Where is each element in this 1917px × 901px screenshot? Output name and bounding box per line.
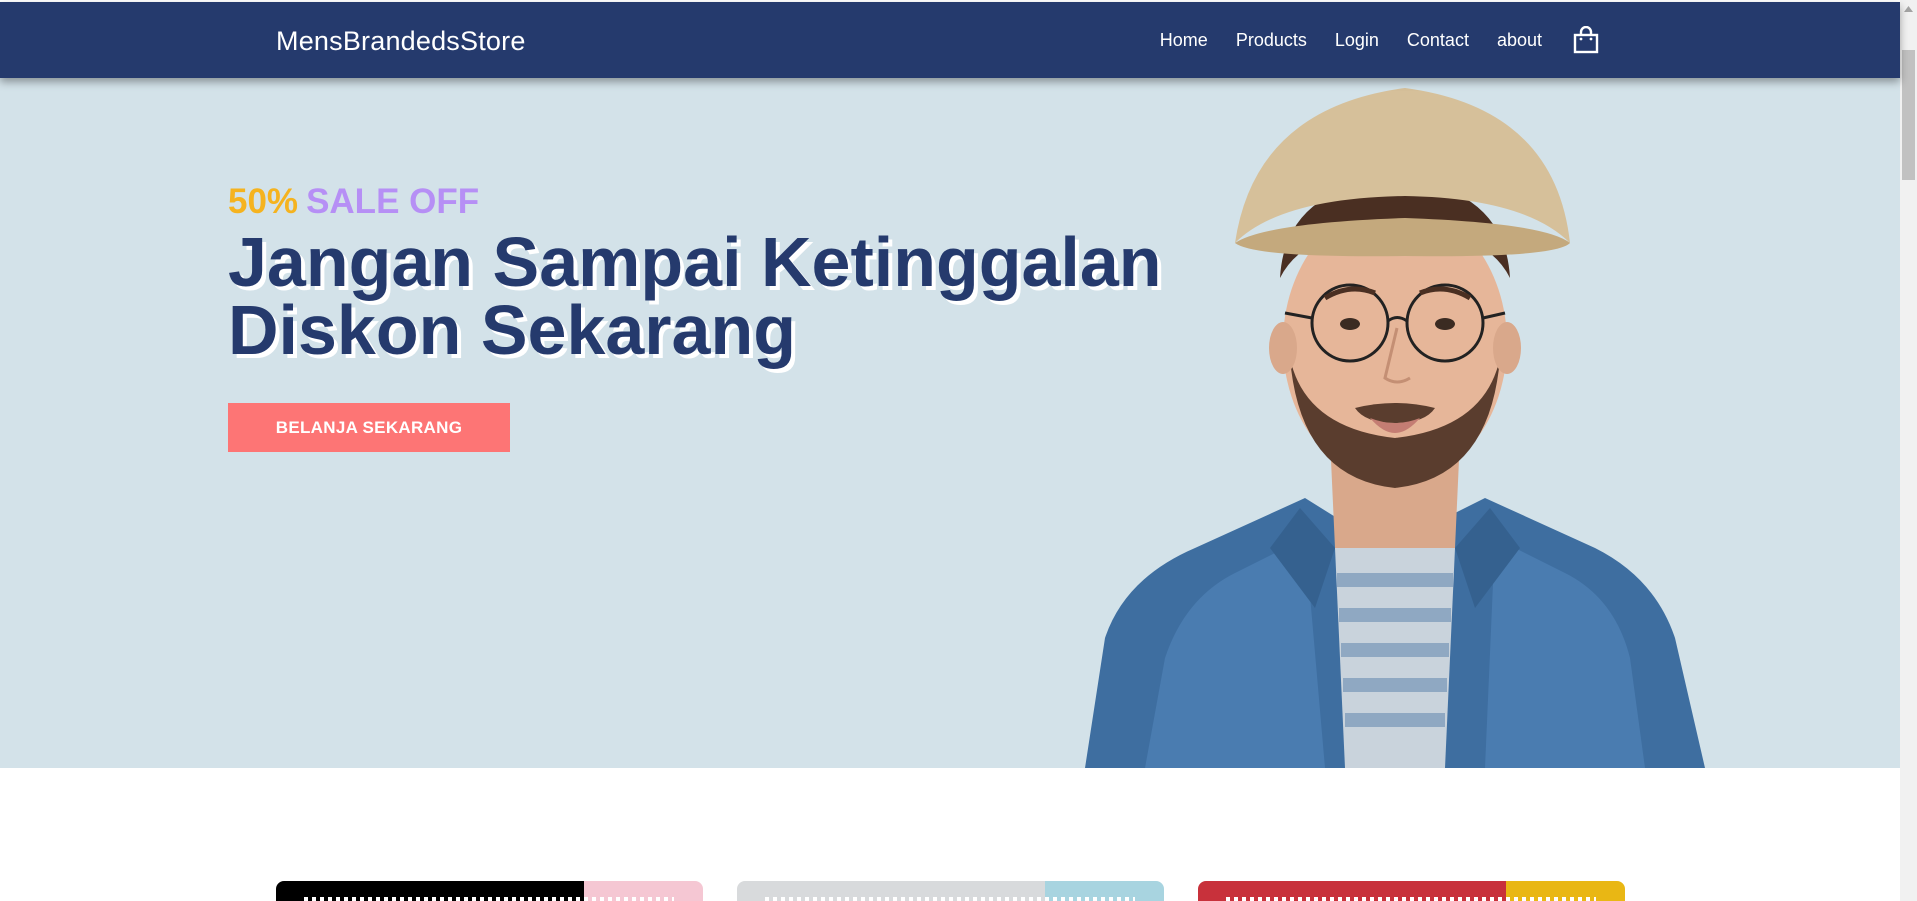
nav-link-contact[interactable]: Contact — [1407, 30, 1469, 51]
product-card-stripe — [304, 897, 674, 901]
hero-model-image — [1085, 88, 1705, 768]
nav-links: Home Products Login Contact about — [1160, 2, 1600, 78]
shopping-bag-icon[interactable] — [1572, 25, 1600, 55]
promo-text: SALE OFF — [306, 182, 480, 221]
promo-line: 50% SALE OFF — [228, 182, 479, 222]
product-card-stripe — [1226, 897, 1596, 901]
shop-now-button[interactable]: BELANJA SEKARANG — [228, 403, 510, 452]
page-scrollbar[interactable] — [1900, 0, 1917, 901]
navbar: MensBrandedsStore Home Products Login Co… — [0, 2, 1900, 78]
scroll-up-arrow-icon[interactable] — [1900, 0, 1917, 17]
product-cards-row — [0, 881, 1900, 901]
hero-section: 50% SALE OFF Jangan Sampai Ketinggalan Di… — [0, 78, 1900, 768]
nav-link-products[interactable]: Products — [1236, 30, 1307, 51]
nav-link-home[interactable]: Home — [1160, 30, 1208, 51]
product-card-stripe — [765, 897, 1135, 901]
hero-title-line2: Diskon Sekarang — [228, 291, 796, 369]
nav-link-login[interactable]: Login — [1335, 30, 1379, 51]
product-card[interactable] — [276, 881, 703, 901]
nav-link-about[interactable]: about — [1497, 30, 1542, 51]
product-card[interactable] — [1198, 881, 1625, 901]
hero-title-line1: Jangan Sampai Ketinggalan — [228, 223, 1162, 301]
brand-logo[interactable]: MensBrandedsStore — [276, 26, 526, 57]
promo-percent: 50% — [228, 182, 299, 221]
product-card[interactable] — [737, 881, 1164, 901]
scrollbar-thumb[interactable] — [1902, 50, 1915, 180]
hero-title: Jangan Sampai Ketinggalan Diskon Sekaran… — [228, 227, 1188, 365]
